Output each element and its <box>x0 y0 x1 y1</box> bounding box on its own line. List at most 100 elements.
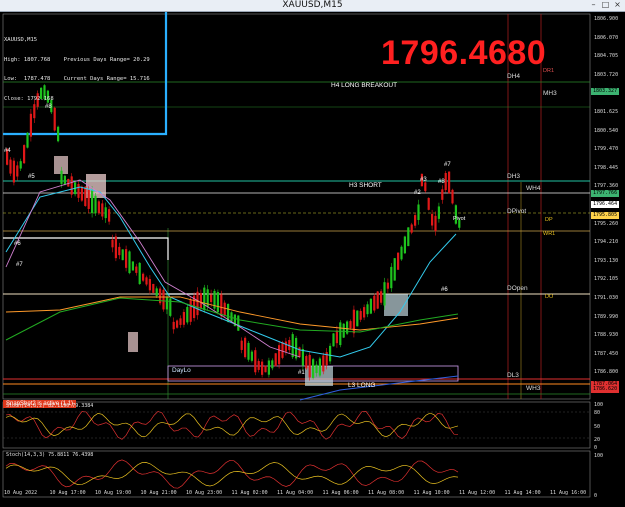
level-label-mh3: MH3 <box>543 90 557 97</box>
trade-marker: #5 <box>28 174 35 180</box>
symbol-label: XAUUSD,M15 <box>4 37 38 43</box>
candle-body <box>80 186 83 201</box>
candle-body <box>237 315 240 331</box>
level-label-wh4: WH4 <box>526 185 541 192</box>
candle-body <box>261 361 264 375</box>
candle-body <box>335 330 338 344</box>
candle-body <box>125 249 128 268</box>
price-chart[interactable]: XAUUSD,M15 High: 1807.768 Previous Days … <box>0 12 625 503</box>
price-axis-label: 1789.990 <box>594 313 619 320</box>
candle-body <box>70 176 73 195</box>
price-axis-label: 1787.450 <box>594 350 619 357</box>
info-line-2: Low: 1787.478 Current Days Range= 15.716 <box>4 76 150 82</box>
level-label-dl3: DL3 <box>507 372 519 379</box>
candle-body <box>165 297 168 310</box>
candles-group <box>6 84 461 381</box>
price-axis-label: 1806.900 <box>594 16 619 22</box>
price-tag: 1796.464 <box>591 201 620 208</box>
trade-marker: #3 <box>420 177 427 183</box>
candle-body <box>407 227 410 247</box>
stoch1-axis-label: 20 <box>594 437 601 443</box>
window-titlebar: XAUUSD,M15 – □ × <box>0 0 625 12</box>
candle-body <box>9 159 12 174</box>
candle-body <box>108 209 111 222</box>
candle-body <box>114 236 117 259</box>
level-label-dp: DP <box>545 217 553 223</box>
candle-body <box>91 190 94 214</box>
candle-body <box>393 258 396 281</box>
level-label-dh4: DH4 <box>507 73 521 80</box>
candle-body <box>342 323 345 338</box>
label-h4-breakout: H4 LONG BREAKOUT <box>331 82 398 89</box>
stoch1-axis-label: 80 <box>594 410 601 416</box>
candle-body <box>369 298 372 314</box>
price-axis-label: 1794.210 <box>594 239 619 246</box>
price-axis-label: 1791.030 <box>594 295 619 301</box>
price-axis-label: 1793.130 <box>594 257 619 264</box>
price-axis-label: 1800.540 <box>594 127 619 134</box>
price-axis-label: 1795.260 <box>594 220 619 227</box>
candle-body <box>417 204 420 220</box>
trade-marker: #2 <box>414 190 421 196</box>
ma-pink <box>5 179 301 358</box>
minimize-icon[interactable]: – <box>589 1 598 9</box>
candle-body <box>60 170 63 184</box>
candle-body <box>250 351 253 361</box>
candle-body <box>87 189 90 209</box>
time-axis-label: 11 Aug 08:00 <box>368 490 405 496</box>
price-axis-label: 1801.625 <box>594 109 619 115</box>
stoch2-axis-label: 0 <box>594 493 598 499</box>
candle-body <box>67 178 70 187</box>
candle-body <box>26 132 29 148</box>
candle-body <box>291 334 294 358</box>
candle-body <box>186 306 189 323</box>
current-price-display: 1796.4680 <box>381 34 547 72</box>
candle-body <box>247 342 250 360</box>
time-axis-label: 11 Aug 06:00 <box>322 490 359 496</box>
stoch1-axis-label: 50 <box>594 424 601 430</box>
candle-body <box>305 356 308 369</box>
price-axis-label: 1786.800 <box>594 369 619 376</box>
trade-marker: #7 <box>444 162 451 168</box>
candle-body <box>189 299 192 322</box>
highlight-box-4 <box>128 332 138 352</box>
candle-body <box>77 183 80 198</box>
candle-body <box>329 345 332 362</box>
maximize-icon[interactable]: □ <box>601 1 610 9</box>
label-h3-short: H3 SHORT <box>349 182 382 189</box>
candle-body <box>148 279 151 291</box>
candle-body <box>101 203 104 217</box>
candle-body <box>244 337 247 358</box>
info-line-1: High: 1807.768 Previous Days Range= 20.2… <box>4 56 150 63</box>
candle-body <box>155 288 158 296</box>
info-line-3: Close: 1792.168 <box>4 95 54 102</box>
time-axis-label: 11 Aug 04:00 <box>277 490 314 496</box>
close-icon[interactable]: × <box>613 1 622 9</box>
price-tag: 1786.620 <box>591 386 620 393</box>
candle-body <box>182 312 185 325</box>
label-l3-long: L3 LONG <box>348 382 376 389</box>
time-axis-label: 10 Aug 17:00 <box>49 490 86 496</box>
candle-body <box>448 171 451 194</box>
candle-body <box>121 249 124 261</box>
price-tag: 1803.327 <box>591 88 620 95</box>
level-label-dopen: DOpen <box>507 285 528 292</box>
candle-body <box>23 145 26 164</box>
candle-body <box>356 310 359 327</box>
time-axis-label: 11 Aug 02:00 <box>231 490 268 496</box>
time-axis-label: 10 Aug 23:00 <box>186 490 223 496</box>
candle-body <box>359 310 362 320</box>
candle-body <box>97 201 100 214</box>
candle-body <box>199 293 202 309</box>
level-label-wh3: WH3 <box>526 385 541 392</box>
level-label-do: DO <box>545 294 554 300</box>
candle-body <box>145 277 148 285</box>
price-axis-label: 1792.105 <box>594 276 619 283</box>
time-axis-label: 11 Aug 10:00 <box>413 490 450 496</box>
candle-body <box>19 161 22 169</box>
time-axis-label: 10 Aug 19:00 <box>95 490 132 496</box>
price-axis-label: 1803.720 <box>594 71 619 78</box>
candle-body <box>332 333 335 347</box>
stochastic-group <box>5 410 459 489</box>
level-label-dpivot: DPivot <box>507 208 527 215</box>
